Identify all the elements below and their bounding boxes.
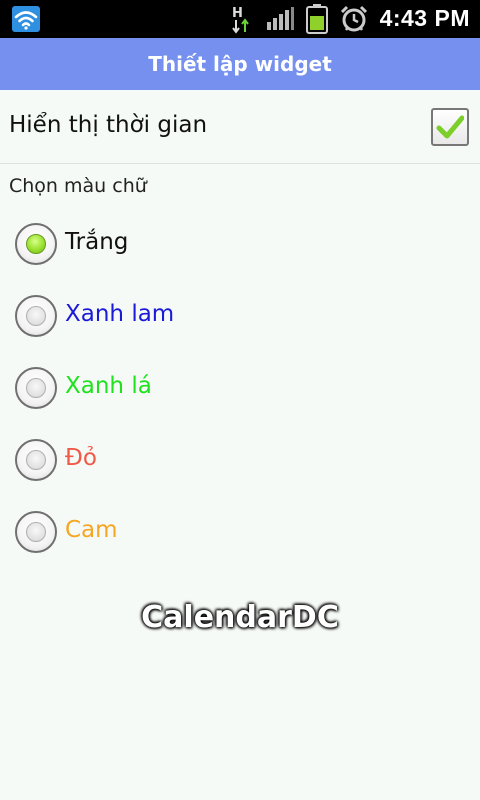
checkmark-icon (436, 115, 464, 139)
color-option-white[interactable]: Trắng (0, 217, 480, 277)
radio-button-red[interactable] (15, 439, 57, 481)
alarm-icon (340, 5, 368, 32)
color-section-label: Chọn màu chữ (9, 175, 147, 197)
color-option-label: Trắng (65, 229, 129, 255)
color-option-label: Xanh lá (65, 373, 152, 399)
clock-time: 4:43 PM (379, 5, 470, 31)
color-option-orange[interactable]: Cam (0, 505, 480, 565)
radio-button-white[interactable] (15, 223, 57, 265)
radio-button-orange[interactable] (15, 511, 57, 553)
signal-icon (267, 7, 294, 30)
wifi-icon (12, 6, 40, 32)
svg-text:H: H (232, 6, 243, 21)
color-option-label: Đỏ (65, 445, 97, 471)
app-watermark: CalendarDC (141, 600, 339, 635)
hsdpa-icon: H (232, 6, 249, 34)
color-option-red[interactable]: Đỏ (0, 433, 480, 493)
color-option-label: Xanh lam (65, 301, 175, 327)
page-title: Thiết lập widget (0, 38, 480, 90)
color-option-green[interactable]: Xanh lá (0, 361, 480, 421)
battery-icon (306, 4, 328, 34)
radio-button-blue[interactable] (15, 295, 57, 337)
status-bar: H 4:43 PM (0, 0, 480, 38)
show-time-setting-row[interactable]: Hiển thị thời gian (0, 90, 480, 164)
color-option-blue[interactable]: Xanh lam (0, 289, 480, 349)
color-option-label: Cam (65, 517, 118, 543)
radio-button-green[interactable] (15, 367, 57, 409)
show-time-label: Hiển thị thời gian (9, 112, 208, 138)
show-time-checkbox[interactable] (431, 108, 469, 146)
